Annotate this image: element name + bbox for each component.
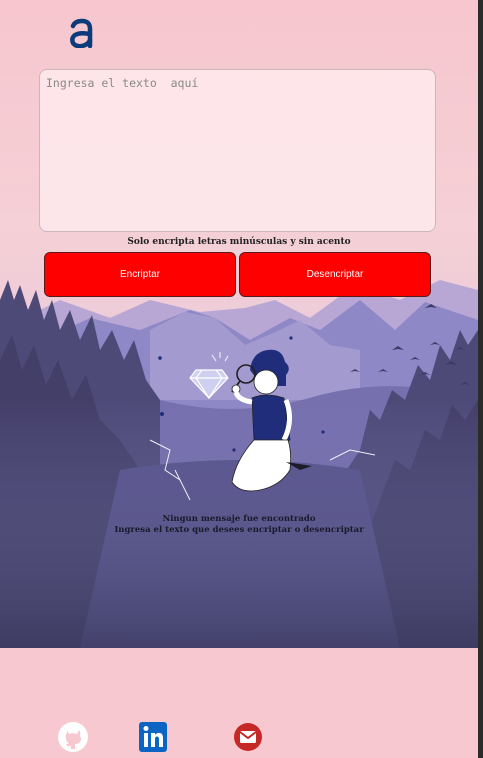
encrypt-button[interactable]: Encriptar (44, 252, 236, 297)
github-link[interactable] (56, 721, 90, 753)
empty-message-title: Ningun mensaje fue encontrado (162, 514, 316, 524)
window-edge (478, 0, 483, 758)
gmail-link[interactable] (232, 721, 266, 753)
linkedin-link[interactable] (138, 721, 172, 753)
text-input[interactable] (39, 69, 436, 232)
empty-message-subtitle: Ingresa el texto que desees encriptar o … (114, 525, 364, 535)
text-input-container (39, 69, 436, 232)
decrypt-button[interactable]: Desencriptar (239, 252, 431, 297)
alura-logo-icon[interactable] (68, 18, 96, 48)
gmail-icon (234, 723, 262, 751)
linkedin-icon (139, 722, 167, 752)
input-hint: Solo encripta letras minúsculas y sin ac… (127, 237, 351, 247)
github-icon (58, 722, 88, 752)
